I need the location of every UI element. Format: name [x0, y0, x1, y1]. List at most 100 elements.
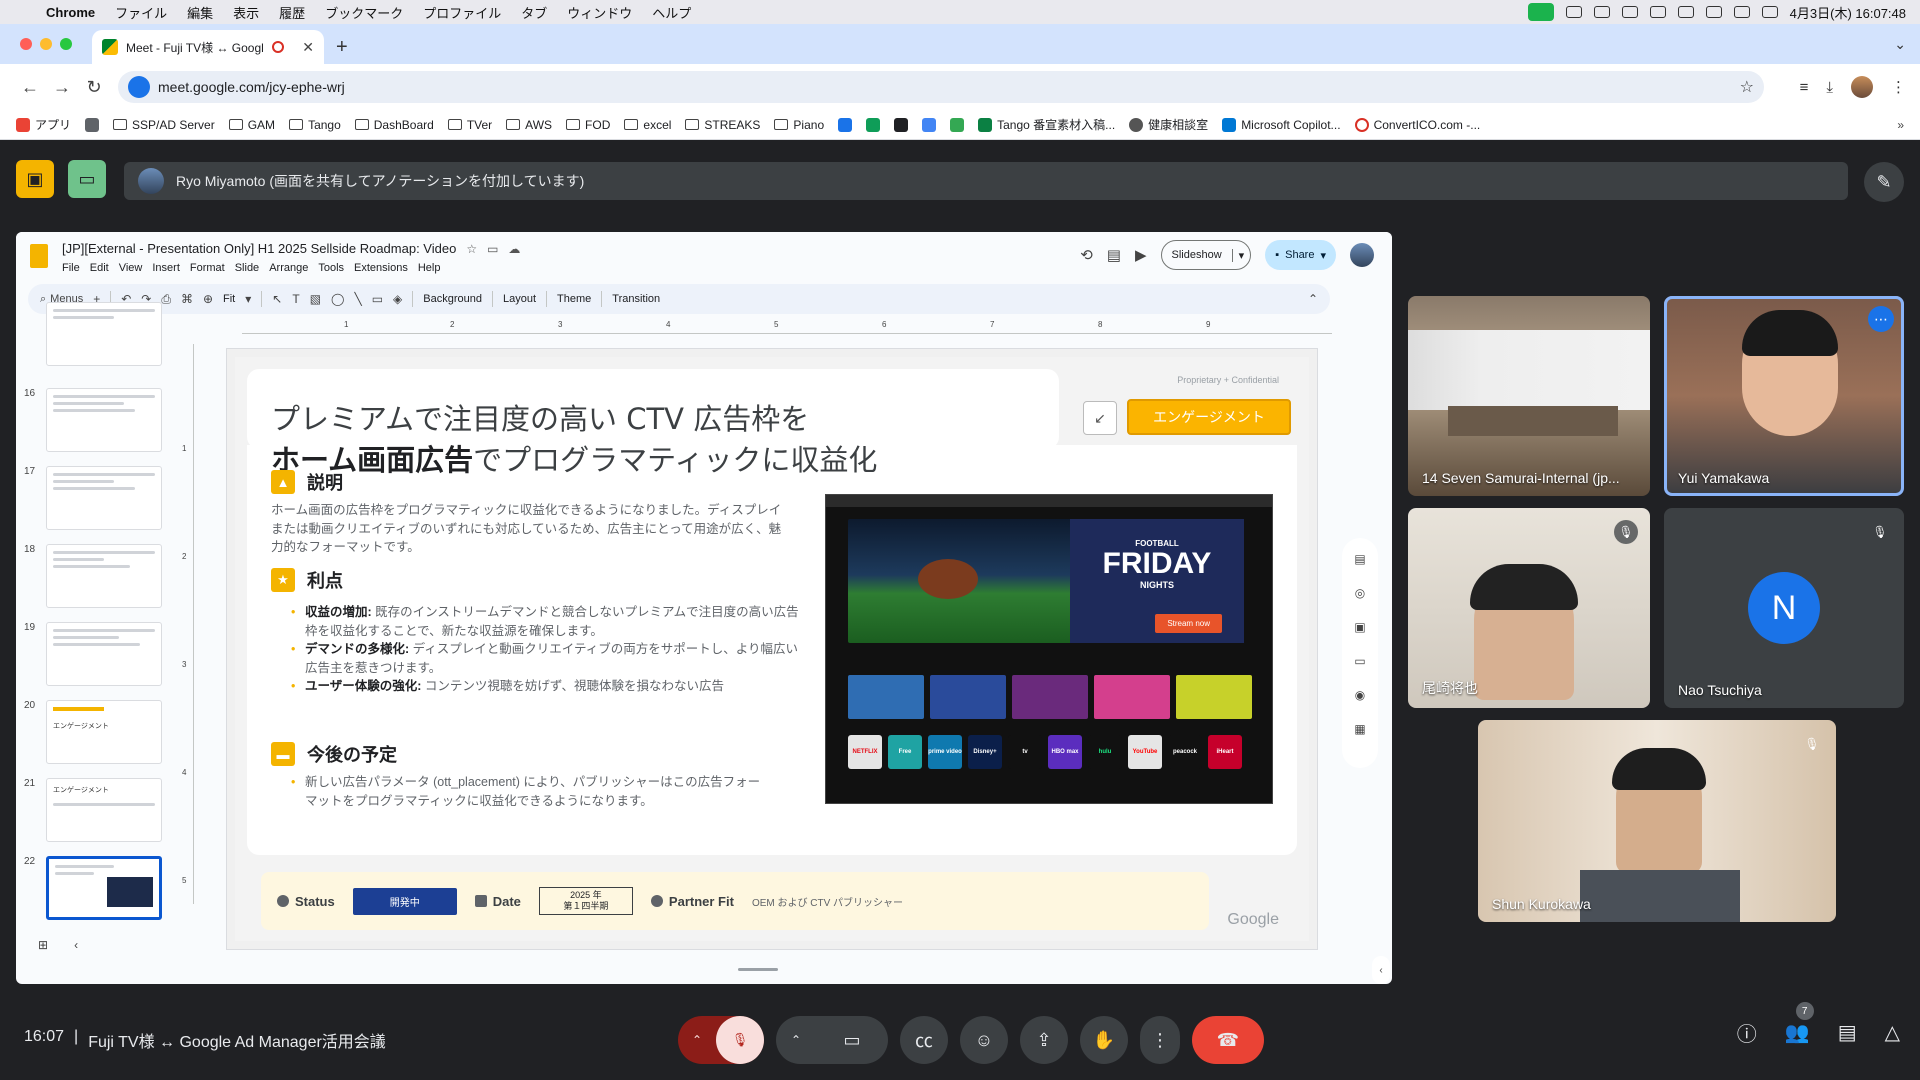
slide-thumbnail[interactable]: 16	[24, 388, 164, 452]
version-history-icon[interactable]: ⟲	[1080, 246, 1093, 264]
slides-logo-icon[interactable]	[30, 244, 48, 268]
back-button[interactable]: ←	[14, 77, 46, 98]
more-bookmarks-icon[interactable]: »	[1897, 118, 1904, 132]
move-folder-icon[interactable]: ▭	[487, 242, 498, 256]
slides-menu-arrange[interactable]: Arrange	[269, 262, 308, 274]
participant-tile-speaking[interactable]: ⋯ Yui Yamakawa	[1664, 296, 1904, 496]
status-icon[interactable]	[1621, 6, 1638, 18]
menu-tab[interactable]: タブ	[521, 3, 547, 22]
audio-settings-chevron-icon[interactable]: ⌃	[678, 1033, 716, 1047]
bookmark-star-icon[interactable]: ☆	[1740, 77, 1754, 97]
present-button[interactable]: ⇪	[1020, 1016, 1068, 1064]
bookmark-folder-ssp[interactable]: SSP/AD Server	[113, 118, 215, 132]
back-arrow-icon[interactable]: ↙	[1083, 401, 1117, 435]
image-icon[interactable]: ▧	[310, 292, 321, 306]
slides-menu-tools[interactable]: Tools	[318, 262, 344, 274]
cloud-status-icon[interactable]: ☁	[508, 242, 520, 256]
bookmark-folder-dashboard[interactable]: DashBoard	[354, 118, 434, 132]
text-box-icon[interactable]: T	[292, 292, 299, 306]
bookmark-converticon[interactable]: ConvertICO.com -...	[1354, 117, 1480, 132]
menu-view[interactable]: 表示	[233, 3, 259, 22]
slides-menu-view[interactable]: View	[119, 262, 143, 274]
leave-call-button[interactable]: ☎	[1192, 1016, 1264, 1064]
calendar-icon[interactable]: ▦	[1354, 722, 1365, 736]
close-window-button[interactable]	[20, 38, 32, 50]
status-icon[interactable]	[1565, 6, 1582, 18]
keep-icon[interactable]: ▤	[1354, 552, 1365, 566]
slide-thumbnail[interactable]: 17	[24, 466, 164, 530]
site-info-icon[interactable]	[128, 76, 150, 98]
new-tab-button[interactable]: +	[336, 36, 348, 59]
bookmark-icon[interactable]	[922, 117, 937, 132]
print-icon[interactable]: ⎙	[161, 292, 171, 307]
url-text[interactable]: meet.google.com/jcy-ephe-wrj	[158, 79, 345, 95]
more-options-button[interactable]: ⋮	[1140, 1016, 1180, 1064]
slide-thumbnail[interactable]: 19	[24, 622, 164, 686]
profile-avatar[interactable]	[1851, 76, 1873, 98]
theme-button[interactable]: Theme	[557, 293, 591, 305]
search-icon[interactable]	[1761, 6, 1778, 18]
chrome-menu-icon[interactable]: ⋮	[1891, 78, 1906, 96]
stop-annotation-button[interactable]: ▣	[16, 160, 54, 198]
thumbnail-image[interactable]: エンゲージメント	[46, 778, 162, 842]
raise-hand-button[interactable]: ✋	[1080, 1016, 1128, 1064]
wifi-icon[interactable]	[1733, 6, 1750, 18]
apple-icon[interactable]	[14, 4, 28, 20]
forward-button[interactable]: →	[46, 77, 78, 98]
bookmark-folder-streaks[interactable]: STREAKS	[685, 118, 760, 132]
drive-icon[interactable]: ▭	[1354, 654, 1365, 668]
slide[interactable]: Proprietary + Confidential ↙ エンゲージメント プレ…	[235, 357, 1309, 941]
bookmark-tango-upload[interactable]: Tango 番宣素材入稿...	[978, 116, 1115, 133]
slides-menu-insert[interactable]: Insert	[152, 262, 180, 274]
line-icon[interactable]: ╲	[354, 292, 361, 306]
address-bar[interactable]: meet.google.com/jcy-ephe-wrj ☆	[118, 71, 1764, 103]
menu-file[interactable]: ファイル	[115, 3, 167, 22]
bookmark-folder-tango[interactable]: Tango	[289, 118, 341, 132]
reactions-button[interactable]: ☺	[960, 1016, 1008, 1064]
reload-button[interactable]: ↻	[78, 77, 110, 98]
collapse-side-panel-icon[interactable]: ‹	[1372, 956, 1390, 984]
slide-thumbnail[interactable]: 21 エンゲージメント	[24, 778, 164, 842]
bookmark-folder-piano[interactable]: Piano	[774, 118, 824, 132]
meeting-details-icon[interactable]: ⓘ	[1737, 1018, 1757, 1047]
bookmark-health[interactable]: 健康相談室	[1129, 116, 1208, 133]
menubar-clock[interactable]: 4月3日(木) 16:07:48	[1790, 3, 1906, 22]
slide-thumbnail[interactable]: 20 エンゲージメント	[24, 700, 164, 764]
slides-menu-slide[interactable]: Slide	[235, 262, 259, 274]
status-icon[interactable]	[1649, 6, 1666, 18]
select-cursor-icon[interactable]: ↖	[272, 292, 282, 306]
slides-menu-edit[interactable]: Edit	[90, 262, 109, 274]
slideshow-dropdown-icon[interactable]: ▾	[1231, 248, 1251, 262]
bookmark-icon[interactable]	[894, 117, 909, 132]
zoom-dropdown-icon[interactable]: ▾	[245, 292, 251, 306]
star-icon[interactable]: ☆	[466, 242, 477, 256]
thumbnail-image[interactable]	[46, 388, 162, 452]
status-icon[interactable]	[1593, 6, 1610, 18]
bookmark-apps[interactable]: アプリ	[16, 116, 71, 133]
participant-tile[interactable]: 🎙 Shun Kurokawa	[1478, 720, 1836, 922]
thumbnail-image[interactable]	[46, 544, 162, 608]
share-button[interactable]: ▪ Share ▾	[1265, 240, 1336, 270]
mic-off-button[interactable]: 🎙	[716, 1016, 764, 1064]
bookmark-folder-aws[interactable]: AWS	[506, 118, 552, 132]
chat-icon[interactable]: ▤	[1838, 1020, 1857, 1045]
bookmark-folder-gam[interactable]: GAM	[228, 118, 275, 132]
bookmark-copilot[interactable]: Microsoft Copilot...	[1222, 117, 1341, 132]
background-button[interactable]: Background	[423, 293, 482, 305]
people-button[interactable]: 👥 7	[1785, 1002, 1814, 1045]
share-dropdown-icon[interactable]: ▾	[1320, 249, 1326, 262]
record-icon[interactable]: ◉	[1355, 688, 1365, 702]
menu-history[interactable]: 履歴	[279, 3, 305, 22]
grid-view-icon[interactable]: ⊞	[38, 938, 48, 952]
annotate-button[interactable]: ✎	[1864, 162, 1904, 202]
camera-button[interactable]: ▭	[816, 1016, 888, 1064]
status-icon[interactable]	[1677, 6, 1694, 18]
slide-canvas[interactable]: Proprietary + Confidential ↙ エンゲージメント プレ…	[226, 348, 1318, 950]
slide-thumbnail-active[interactable]: 22	[24, 856, 164, 920]
fill-color-icon[interactable]: ◈	[393, 292, 402, 306]
menu-app-name[interactable]: Chrome	[46, 5, 95, 20]
layout-toggle-button[interactable]: ▭	[68, 160, 106, 198]
layout-button[interactable]: Layout	[503, 293, 536, 305]
thumbnail-image[interactable]	[46, 302, 162, 366]
close-tab-icon[interactable]: ✕	[302, 39, 314, 56]
